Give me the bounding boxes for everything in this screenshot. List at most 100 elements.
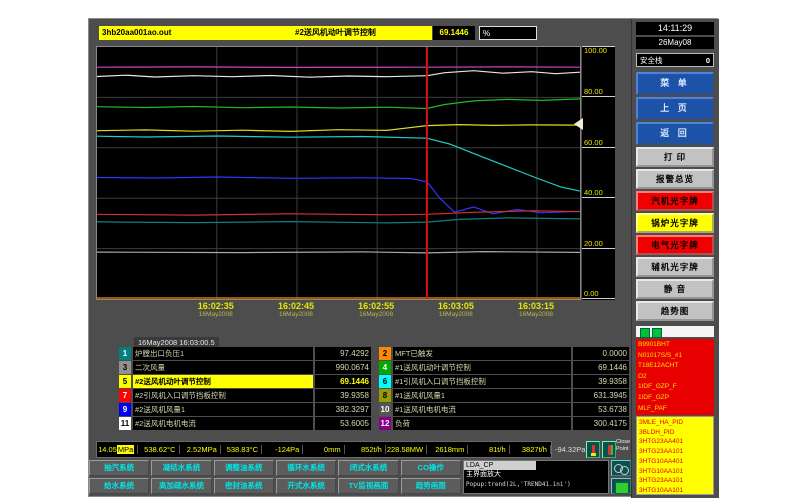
alarm-tag[interactable]: 3HTG10AA101	[639, 467, 711, 477]
trend-plot[interactable]	[96, 46, 581, 300]
alarm-tag[interactable]: 3HTG23AA101	[639, 447, 711, 457]
sidebar-nav-button-1[interactable]: 上 页	[636, 97, 714, 120]
menu-button-row1-0[interactable]: 抽汽系统	[89, 460, 149, 476]
grid-tool-button[interactable]	[611, 478, 631, 494]
legend-row[interactable]: 9#2送风机风量1382.3297	[119, 403, 371, 416]
alarm-tag[interactable]: N01017S/S_#1	[638, 351, 712, 362]
legend-row[interactable]: 1炉膛出口负压197.4292	[119, 347, 371, 360]
y-tick-label: 80.00	[584, 87, 603, 96]
alarm-tag[interactable]: T18E12ACHT	[638, 361, 712, 372]
menu-button-row2-3[interactable]: 开式水系统	[276, 478, 336, 494]
legend-signal-label[interactable]: #1引风机入口调节挡板控制	[393, 375, 571, 388]
legend-signal-label[interactable]: #2送风机风量1	[133, 403, 313, 416]
valve-indicator-icon[interactable]	[586, 441, 600, 458]
menu-button-row1-1[interactable]: 凝结水系统	[151, 460, 211, 476]
legend-signal-value: 39.9358	[573, 375, 629, 388]
alarm-tag[interactable]: 3BLDH_PID	[639, 428, 711, 438]
menu-button-row1-3[interactable]: 循环水系统	[276, 460, 336, 476]
legend-row[interactable]: 7#2引风机入口调节挡板控制39.9358	[119, 389, 371, 402]
valve-indicator-icon[interactable]	[602, 441, 616, 458]
x-tick: 16:02:5516May2008	[341, 301, 411, 318]
legend-pen-number: 7	[119, 389, 131, 402]
legend-signal-label[interactable]: #1送风机动叶调节控制	[393, 361, 571, 374]
sidebar-nav-button-0[interactable]: 菜 单	[636, 72, 714, 95]
legend-signal-label[interactable]: MFT已触发	[393, 347, 571, 360]
menu-button-row2-2[interactable]: 密封油系统	[214, 478, 274, 494]
alarm-tag[interactable]: MLF_PAF	[638, 404, 712, 415]
selected-signal-title[interactable]: #2送风机动叶调节控制	[292, 26, 432, 40]
value-pointer-icon[interactable]	[574, 118, 583, 130]
alarm-tag[interactable]: 3HTG23AA401	[639, 437, 711, 447]
selected-signal-unit: %	[479, 26, 537, 40]
sidebar-button-6[interactable]: 静 音	[636, 279, 714, 299]
legend-row[interactable]: 2MFT已触发0.0000	[379, 347, 629, 360]
alarm-tag[interactable]: 3MLE_HA_PID	[639, 418, 711, 428]
x-tick-date: 16May2008	[501, 311, 571, 318]
alarm-tag-list-yellow[interactable]: 3MLE_HA_PID3BLDH_PID3HTG23AA4013HTG23AA1…	[636, 416, 714, 495]
y-tick-label: 20.00	[584, 239, 603, 248]
sidebar-button-0[interactable]: 打 印	[636, 147, 714, 167]
alarm-tag[interactable]: O2	[638, 372, 712, 383]
menu-button-row2-0[interactable]: 给水系统	[89, 478, 149, 494]
legend-row[interactable]: 6#1引风机入口调节挡板控制39.9358	[379, 375, 629, 388]
sidebar-button-2[interactable]: 汽机光字牌	[636, 191, 714, 211]
legend-row[interactable]: 10#1送风机电机电流53.6738	[379, 403, 629, 416]
safety-stack-label: 安全栈	[640, 55, 663, 66]
menu-button-row2-1[interactable]: 高加疏水系统	[151, 478, 211, 494]
menu-button-row1-5[interactable]: CO操作	[401, 460, 461, 476]
legend-pen-number: 6	[379, 375, 391, 388]
x-tick-date: 16May2008	[181, 311, 251, 318]
menu-button-row1-4[interactable]: 闭式水系统	[338, 460, 398, 476]
sidebar-button-7[interactable]: 趋势图	[636, 301, 714, 321]
legend-pen-number: 10	[379, 403, 391, 416]
menu-button-row2-4[interactable]: TV监视画面	[338, 478, 398, 494]
legend-signal-label[interactable]: 负荷	[393, 417, 571, 430]
alarm-tag[interactable]: 3HTG10AA101	[639, 486, 711, 495]
x-tick-time: 16:02:45	[261, 301, 331, 311]
dcs-trend-window: 3hb20aa001ao.out #2送风机动叶调节控制 69.1446 % 1…	[88, 18, 718, 497]
menu-button-row1-2[interactable]: 调整油系统	[214, 460, 274, 476]
legend-signal-label[interactable]: #2引风机入口调节挡板控制	[133, 389, 313, 402]
status-value: 852t/h	[345, 445, 386, 454]
chain-icon	[620, 466, 629, 475]
sidebar-nav-button-2[interactable]: 返 回	[636, 122, 714, 145]
legend-signal-label[interactable]: 炉膛出口负压1	[133, 347, 313, 360]
y-tick-label: 100.00	[584, 46, 607, 55]
legend-signal-label[interactable]: #1送风机电机电流	[393, 403, 571, 416]
legend-row[interactable]: 4#1送风机动叶调节控制69.1446	[379, 361, 629, 374]
trend-series	[97, 71, 580, 78]
legend-row[interactable]: 5#2送风机动叶调节控制69.1446	[119, 375, 371, 388]
console-selected-line[interactable]: LDA_CP	[464, 461, 536, 470]
status-extra-value: -94.32Pa	[555, 445, 585, 454]
alarm-tag[interactable]: B9901BHT	[638, 340, 712, 351]
legend-signal-label[interactable]: #1送风机风量1	[393, 389, 571, 402]
legend-signal-label[interactable]: #2送风机动叶调节控制	[133, 375, 313, 388]
sidebar-button-3[interactable]: 锅炉光字牌	[636, 213, 714, 233]
status-value: 538.83°C	[221, 445, 262, 454]
y-tick-label: 0.00	[584, 289, 599, 298]
close-point-label[interactable]: Close Point	[616, 439, 632, 453]
legend-signal-label[interactable]: #2送风机电机电流	[133, 417, 313, 430]
sidebar: 14:11:29 26May08 安全栈 0 菜 单上 页返 回 打 印报警总览…	[631, 19, 719, 498]
sidebar-button-4[interactable]: 电气光字牌	[636, 235, 714, 255]
trend-series	[97, 218, 580, 223]
legend-row[interactable]: 12负荷300.4175	[379, 417, 629, 430]
alarm-tag-list-red[interactable]: B9901BHTN01017S/S_#1T18E12ACHTO21IDF_GZP…	[636, 339, 714, 415]
alarm-tag[interactable]: 3HTG23AA101	[639, 476, 711, 486]
menu-button-row2-5[interactable]: 趋势画面	[401, 478, 461, 494]
legend-signal-label[interactable]: 二次风量	[133, 361, 313, 374]
x-tick: 16:02:4516May2008	[261, 301, 331, 318]
legend-row[interactable]: 11#2送风机电机电流53.6005	[119, 417, 371, 430]
alarm-tag[interactable]: 1IDF_GZP_F	[638, 382, 712, 393]
safety-stack-value: 0	[706, 56, 710, 65]
alarm-tag[interactable]: 3HTG10AA401	[639, 457, 711, 467]
legend-row[interactable]: 3二次风量990.0674	[119, 361, 371, 374]
alarm-tag[interactable]: 1IDF_GZP	[638, 393, 712, 404]
legend-row[interactable]: 8#1送风机风量1631.3945	[379, 389, 629, 402]
y-tick-label: 60.00	[584, 138, 603, 147]
link-tool-button[interactable]	[611, 460, 631, 476]
sidebar-button-1[interactable]: 报警总览	[636, 169, 714, 189]
sidebar-button-5[interactable]: 辅机光字牌	[636, 257, 714, 277]
status-value: 3827t/h	[510, 445, 551, 454]
command-console[interactable]: LDA_CP 主界面放大 Popup:trend(2L,'TREND41.ini…	[463, 460, 609, 494]
